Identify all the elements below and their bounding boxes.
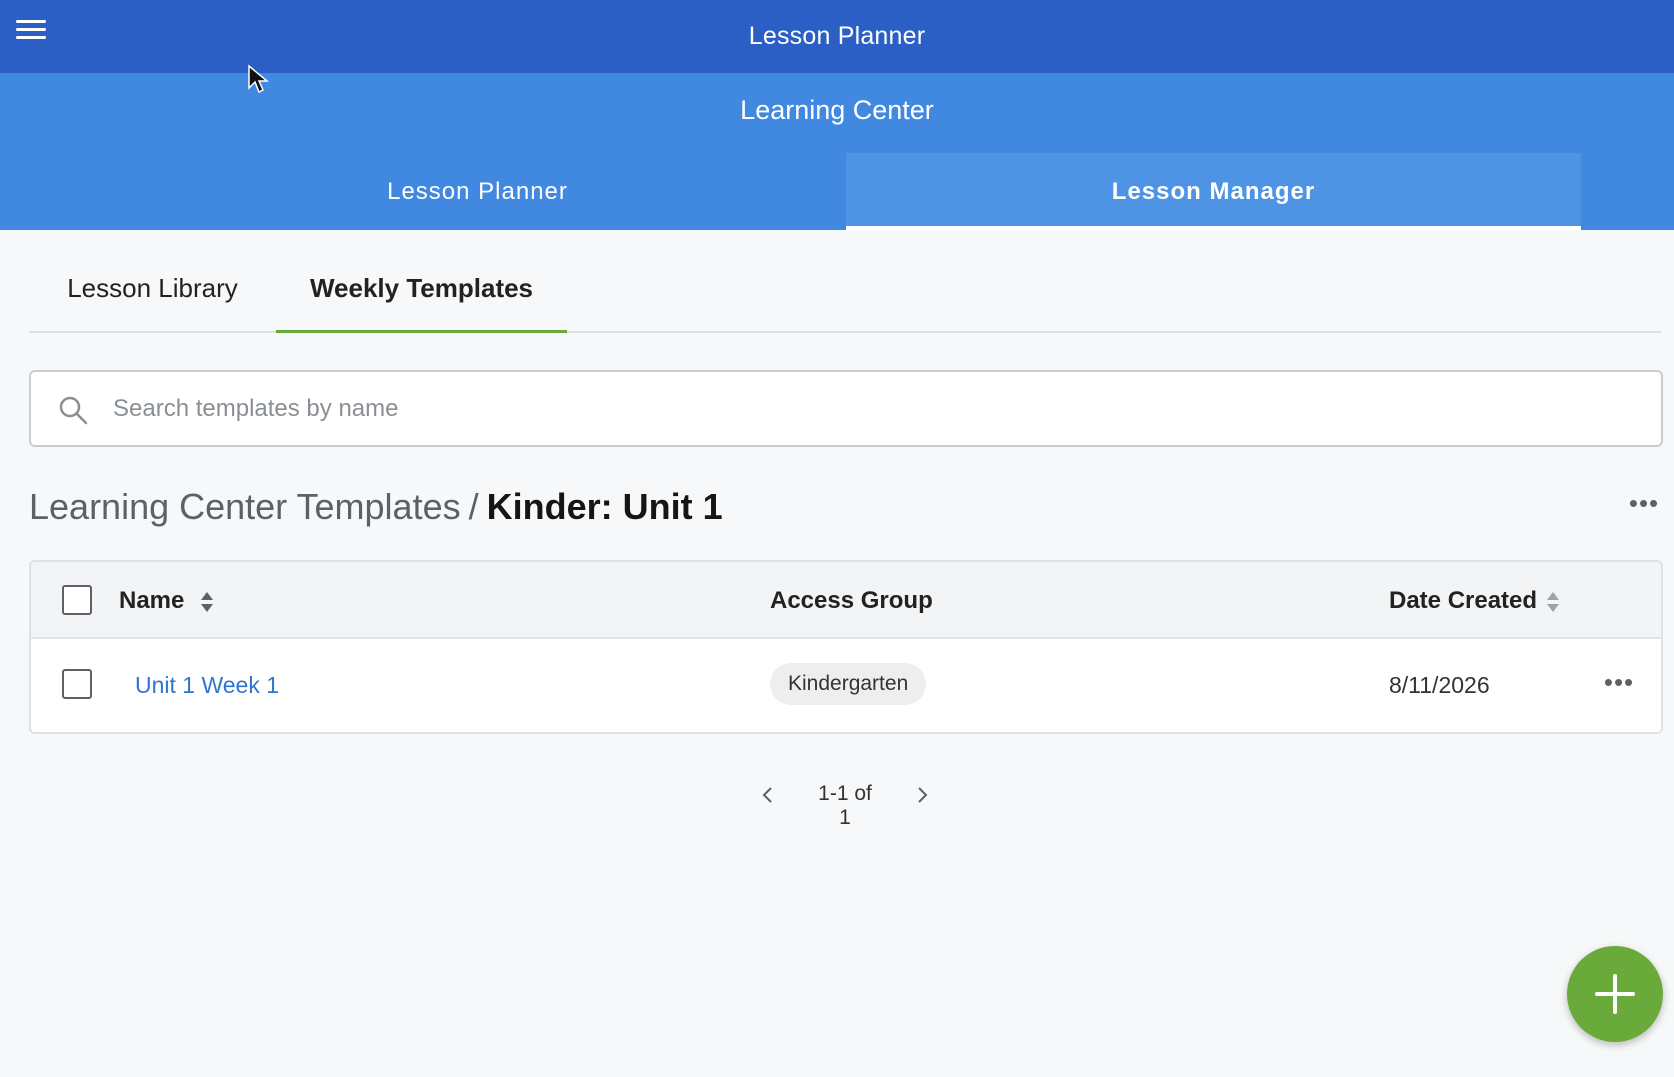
breadcrumb-current: Kinder: Unit 1: [486, 486, 723, 527]
chevron-left-icon[interactable]: [756, 783, 780, 807]
tab-lesson-planner[interactable]: Lesson Planner: [110, 153, 845, 230]
table-header: Name Access Group Date Created: [31, 562, 1661, 639]
pagination: 1-1 of 1: [740, 778, 940, 829]
hamburger-menu-icon[interactable]: [16, 16, 48, 44]
section-title: Learning Center: [740, 95, 934, 125]
breadcrumb-separator: /: [468, 486, 479, 527]
sub-tabs: Lesson Library Weekly Templates: [29, 246, 1661, 333]
section-header: Learning Center Lesson Planner Lesson Ma…: [0, 73, 1674, 230]
search-icon: [59, 396, 88, 425]
templates-table: Name Access Group Date Created Unit 1 We…: [29, 560, 1663, 734]
tab-lesson-library[interactable]: Lesson Library: [29, 246, 276, 331]
tab-lesson-manager[interactable]: Lesson Manager: [846, 153, 1581, 230]
main-tabs: Lesson Planner Lesson Manager: [0, 153, 1674, 230]
column-header-access-group: Access Group: [770, 587, 933, 614]
sort-icon[interactable]: [199, 590, 215, 614]
date-created-cell: 8/11/2026: [1389, 672, 1490, 698]
sort-icon[interactable]: [1545, 590, 1561, 614]
chevron-right-icon[interactable]: [910, 783, 934, 807]
column-header-date-created[interactable]: Date Created: [1389, 587, 1537, 615]
column-header-name[interactable]: Name: [119, 587, 184, 615]
select-all-checkbox[interactable]: [62, 585, 92, 615]
access-group-chip: Kindergarten: [770, 663, 927, 705]
breadcrumb: Learning Center Templates / Kinder: Unit…: [29, 482, 723, 532]
pagination-range: 1-1 of 1: [818, 782, 872, 829]
template-name-link[interactable]: Unit 1 Week 1: [135, 672, 279, 699]
breadcrumb-parent[interactable]: Learning Center Templates: [29, 486, 461, 528]
row-checkbox[interactable]: [62, 669, 92, 699]
search-box: [29, 370, 1663, 447]
tab-weekly-templates[interactable]: Weekly Templates: [276, 246, 567, 333]
add-template-button[interactable]: [1567, 946, 1663, 1042]
row-more-options-icon[interactable]: •••: [1599, 667, 1639, 697]
top-app-bar: Lesson Planner: [0, 0, 1674, 73]
mouse-cursor-icon: [248, 64, 269, 94]
search-input[interactable]: [111, 382, 1631, 436]
more-options-icon[interactable]: •••: [1624, 488, 1664, 518]
table-row: Unit 1 Week 1 Kindergarten 8/11/2026 •••: [31, 639, 1661, 732]
app-title: Lesson Planner: [748, 22, 926, 50]
plus-icon: [1595, 974, 1635, 1014]
